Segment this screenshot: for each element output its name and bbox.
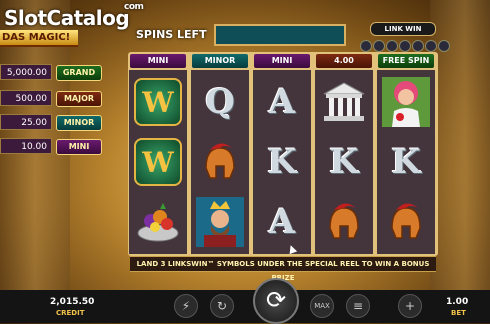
progress-dot <box>399 40 411 52</box>
king-symbol <box>193 194 247 250</box>
spartan-helmet-icon <box>329 203 359 239</box>
reel-header-3: MINI <box>254 54 310 68</box>
jackpot-minor-label: MINOR <box>56 115 102 131</box>
a-symbol: A <box>268 82 296 122</box>
jackpot-major-label: MAJOR <box>56 91 102 107</box>
bet-increase-button[interactable]: + <box>398 294 422 318</box>
spartan-helmet-symbol <box>379 194 433 250</box>
wild-symbol: W <box>131 134 185 190</box>
progress-dot <box>438 40 450 52</box>
info-message-bar: LAND 3 LINKSWIN™ SYMBOLS UNDER THE SPECI… <box>130 256 436 282</box>
progress-dot <box>425 40 437 52</box>
reel-3: A K A <box>253 70 311 254</box>
credit-label: CREDIT <box>56 309 85 317</box>
progress-dot <box>386 40 398 52</box>
spartan-helmet-icon <box>205 143 235 179</box>
reel-header-5: FREE SPIN <box>378 54 434 68</box>
reel-5: K <box>377 70 435 254</box>
credit-value: 2,015.50 <box>50 297 95 307</box>
reel-header-2: MINOR <box>192 54 248 68</box>
jackpot-minor-value: 25.00 <box>0 114 52 130</box>
jackpot-mini-label: MINI <box>56 139 102 155</box>
spins-left-label: SPINS LEFT <box>136 28 207 41</box>
spartan-helmet-symbol <box>193 134 247 190</box>
jackpot-mini: 10.00 MINI <box>0 138 124 155</box>
reel-4: K <box>315 70 373 254</box>
spin-button[interactable]: ⟳ <box>253 278 299 324</box>
jackpot-mini-value: 10.00 <box>0 138 52 154</box>
reel-header-1: MINI <box>130 54 186 68</box>
spins-left-counter <box>214 24 346 46</box>
fruit-bowl-symbol <box>131 194 185 250</box>
temple-symbol <box>317 74 371 130</box>
a-symbol: A <box>268 202 296 242</box>
progress-dot <box>360 40 372 52</box>
jackpot-grand-value: 5,000.00 <box>0 64 52 80</box>
game-title-banner: DAS MAGIC! <box>0 30 78 47</box>
princess-symbol <box>379 74 433 130</box>
spartan-helmet-symbol <box>317 194 371 250</box>
watermark-logo: SlotCatalog com <box>4 2 144 30</box>
princess-icon <box>382 77 430 127</box>
jackpot-grand: 5,000.00 GRAND <box>0 64 124 81</box>
spartan-helmet-icon <box>391 203 421 239</box>
jackpot-major-value: 500.00 <box>0 90 52 106</box>
temple-icon <box>323 82 365 121</box>
progress-dot <box>373 40 385 52</box>
k-symbol: K <box>329 142 359 182</box>
k-symbol: K <box>391 142 421 182</box>
turbo-button[interactable]: ⚡ <box>174 294 198 318</box>
autoplay-button[interactable]: ↻ <box>210 294 234 318</box>
q-symbol: Q <box>205 82 235 122</box>
reel-2: Q <box>191 70 249 254</box>
jackpot-major: 500.00 MAJOR <box>0 90 124 107</box>
reel-header-4: 4.00 <box>316 54 372 68</box>
jackpot-grand-label: GRAND <box>56 65 102 81</box>
linkwin-logo: LINK WIN <box>370 22 436 36</box>
paytable-button[interactable]: ≡ <box>346 294 370 318</box>
fruit-bowl-icon <box>137 203 179 242</box>
progress-dot <box>412 40 424 52</box>
reel-1: W W <box>129 70 187 254</box>
king-icon <box>196 197 244 247</box>
max-bet-button[interactable]: MAX <box>310 294 334 318</box>
bet-label: BET <box>451 309 466 317</box>
jackpot-minor: 25.00 MINOR <box>0 114 124 131</box>
bet-value: 1.00 <box>446 297 469 307</box>
wild-symbol: W <box>131 74 185 130</box>
k-symbol: K <box>267 142 297 182</box>
